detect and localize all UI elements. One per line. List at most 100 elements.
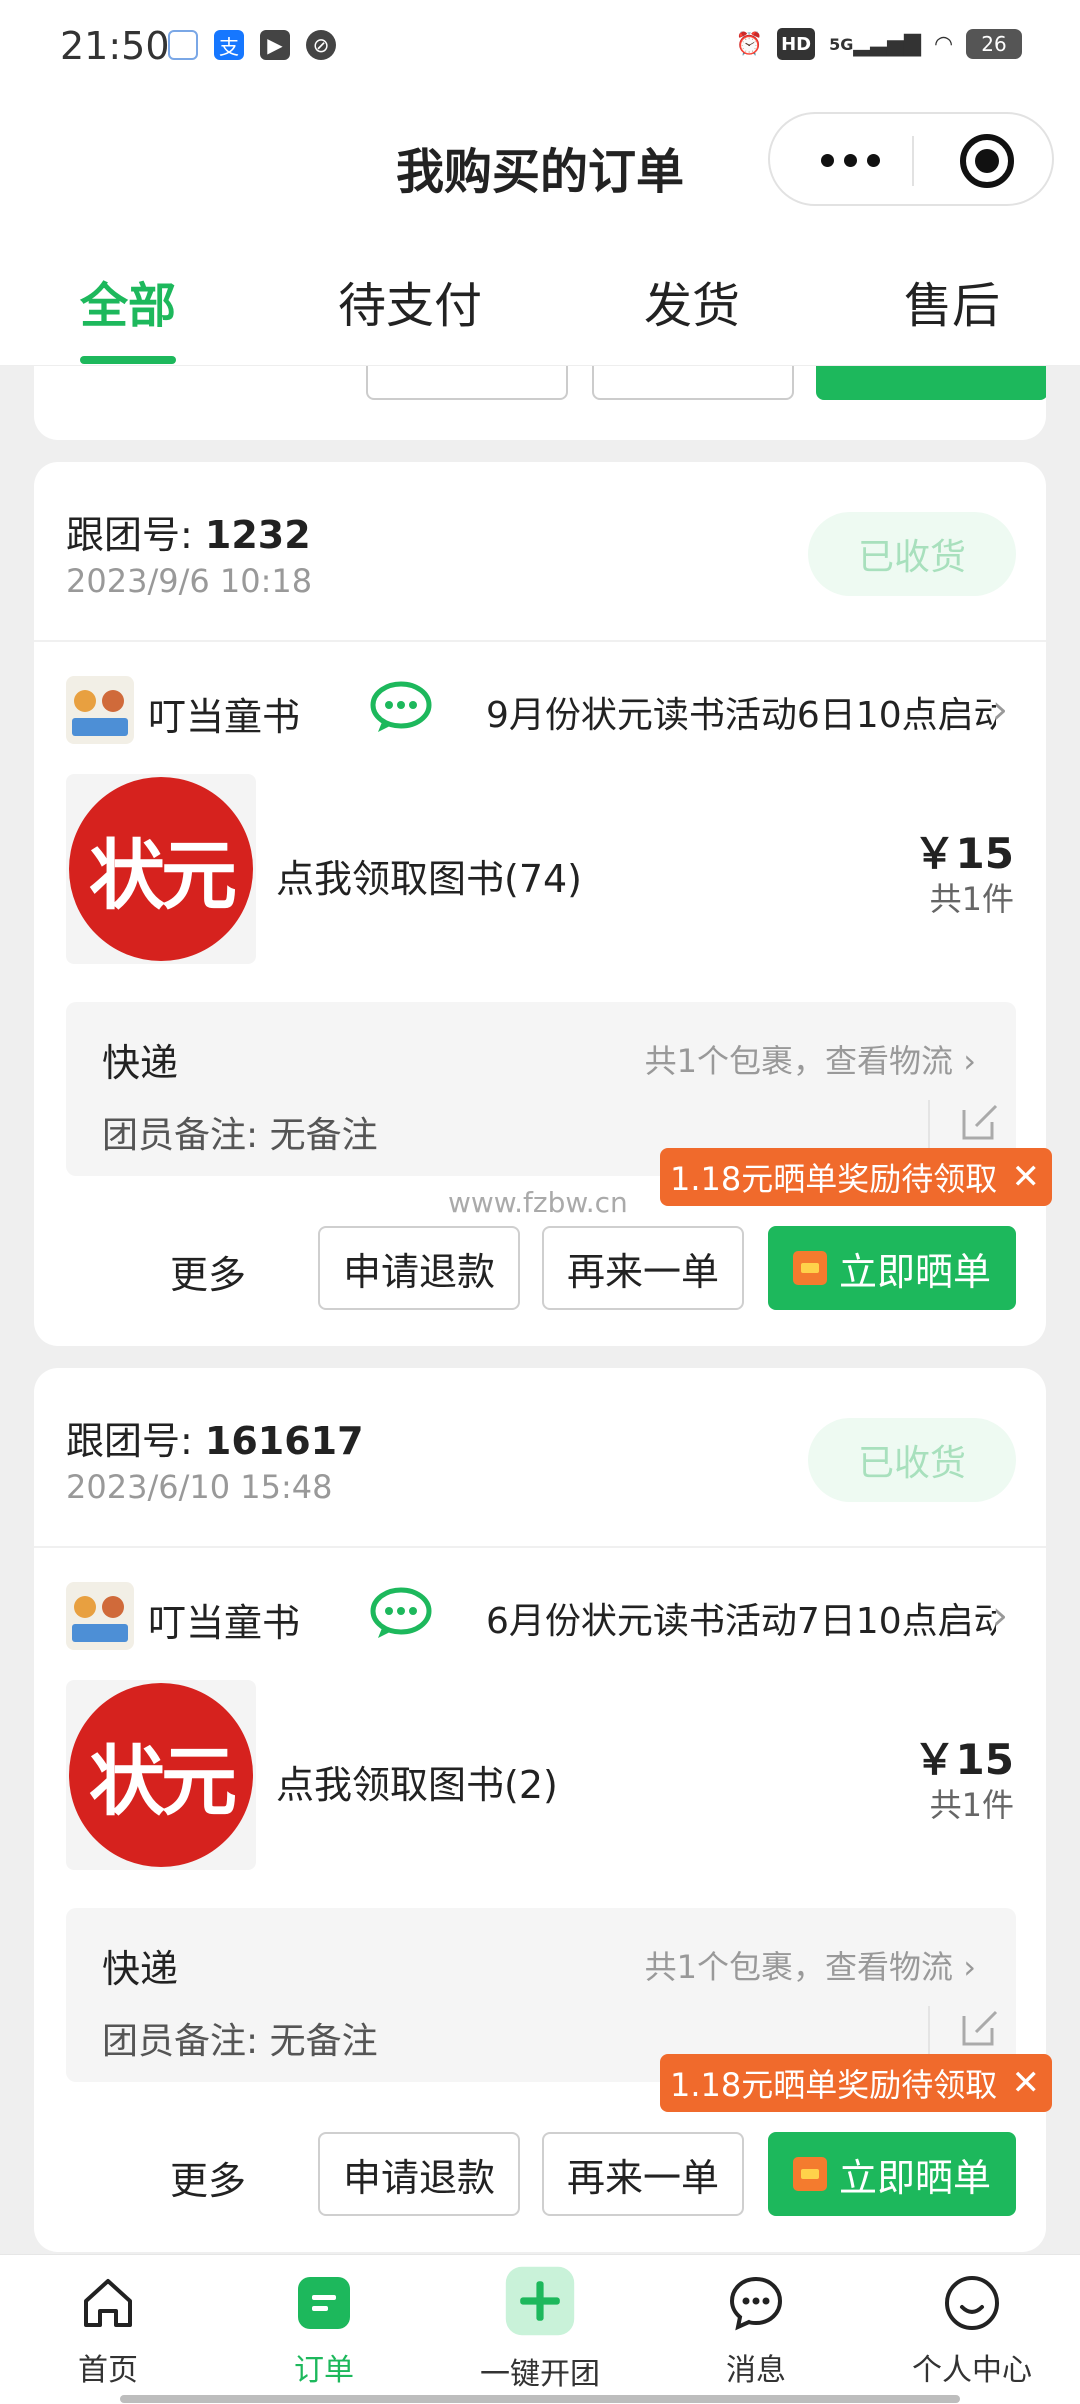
signal-icon: 5G ▂▃▅▇ (829, 31, 922, 57)
tab-pending-payment[interactable]: 待支付 (338, 266, 482, 336)
edit-icon[interactable] (960, 1102, 1000, 1142)
wifi-icon: ◠ (935, 31, 952, 57)
product-image[interactable]: 状元 (66, 774, 256, 964)
tab-after-sales[interactable]: 售后 (904, 266, 1000, 336)
shop-row[interactable]: 叮当童书 6月份状元读书活动7日10点启动 › (66, 1582, 1016, 1652)
chat-icon[interactable] (370, 680, 432, 734)
product-price: ￥15 (913, 1735, 1014, 1784)
nav-messages[interactable]: 消息 (666, 2273, 846, 2389)
bottom-nav: 首页 订单 一键开团 消息 个人中心 (0, 2254, 1080, 2404)
previous-card-button[interactable] (366, 366, 568, 400)
shop-name: 叮当童书 (148, 1601, 301, 1645)
product-logo: 状元 (69, 777, 253, 961)
share-order-button[interactable]: 立即晒单 (768, 1226, 1016, 1310)
reward-tooltip[interactable]: 1.18元晒单奖励待领取 ✕ (660, 1148, 1052, 1206)
status-bar: 21:50 支 ▶ ⊘ ⏰ HD 5G ▂▃▅▇ ◠ 26 (0, 0, 1080, 96)
order-tabs: 全部 待支付 发货 售后 (0, 226, 1080, 366)
more-button[interactable]: 更多 (170, 2150, 246, 2205)
more-menu-icon[interactable] (810, 142, 890, 178)
follow-label: 跟团号: (66, 1419, 193, 1463)
status-indicators: ⏰ HD 5G ▂▃▅▇ ◠ 26 (736, 28, 1022, 60)
order-date: 2023/6/10 15:48 (66, 1468, 333, 1506)
shipping-method: 快递 (102, 1041, 179, 1085)
close-miniprogram-icon[interactable] (960, 134, 1014, 188)
reward-tooltip[interactable]: 1.18元晒单奖励待领取 ✕ (660, 2054, 1052, 2112)
red-packet-icon (792, 2157, 827, 2191)
home-icon (84, 2279, 132, 2327)
product-quantity: 共1件 (929, 880, 1014, 918)
previous-card-primary-button[interactable] (816, 366, 1046, 400)
member-note: 团员备注: 无备注 (102, 1115, 378, 1156)
home-indicator[interactable] (120, 2395, 960, 2403)
shipping-method: 快递 (102, 1947, 179, 1991)
red-packet-icon (792, 1251, 827, 1285)
chat-icon[interactable] (370, 1586, 432, 1640)
close-icon[interactable]: ✕ (1012, 1157, 1041, 1197)
product-price: ￥15 (913, 829, 1014, 878)
nav-home[interactable]: 首页 (18, 2273, 198, 2389)
product-name[interactable]: 点我领取图书(2) (276, 1754, 558, 1809)
view-logistics-label: 共1个包裹，查看物流 (644, 1948, 954, 1986)
nav-profile[interactable]: 个人中心 (882, 2273, 1062, 2389)
order-date: 2023/9/6 10:18 (66, 562, 313, 600)
nav-label: 一键开团 (480, 2357, 600, 2392)
product-logo: 状元 (69, 1683, 253, 1867)
message-icon (729, 2276, 783, 2331)
product-image[interactable]: 状元 (66, 1680, 256, 1870)
reward-text: 1.18元晒单奖励待领取 (670, 1160, 998, 1198)
shop-row[interactable]: 叮当童书 9月份状元读书活动6日10点启动 › (66, 676, 1016, 746)
profile-icon (945, 2276, 999, 2330)
order-icon (298, 2277, 350, 2329)
nav-orders[interactable]: 订单 (234, 2273, 414, 2389)
view-logistics-link[interactable]: 共1个包裹，查看物流 › (645, 1942, 976, 1988)
alarm-icon: ⏰ (735, 31, 764, 57)
nav-label: 订单 (294, 2353, 354, 2388)
notification-icons: 支 ▶ ⊘ (168, 30, 336, 60)
status-badge: 已收货 (808, 1418, 1016, 1502)
status-time: 21:50 (60, 24, 170, 68)
activity-title: 6月份状元读书活动7日10点启动 (486, 1601, 996, 1642)
follow-value: 161617 (204, 1419, 364, 1463)
capsule-divider (912, 136, 914, 186)
nav-label: 首页 (78, 2353, 138, 2388)
shop-avatar (66, 1582, 134, 1650)
close-icon[interactable]: ✕ (1012, 2063, 1041, 2103)
tab-shipping[interactable]: 发货 (644, 266, 740, 336)
tab-all[interactable]: 全部 (80, 266, 176, 336)
view-logistics-link[interactable]: 共1个包裹，查看物流 › (645, 1036, 976, 1082)
product-quantity: 共1件 (929, 1786, 1014, 1824)
app-notification-icon (168, 30, 198, 60)
member-note: 团员备注: 无备注 (102, 2021, 378, 2062)
follow-number: 跟团号: 1232 (66, 504, 311, 559)
reorder-button[interactable]: 再来一单 (542, 1226, 744, 1310)
follow-value: 1232 (204, 513, 311, 557)
share-order-button[interactable]: 立即晒单 (768, 2132, 1016, 2216)
miniprogram-capsule (768, 112, 1054, 206)
active-tab-indicator (80, 356, 176, 364)
previous-order-card (34, 366, 1046, 440)
nav-label: 个人中心 (912, 2353, 1032, 2388)
order-card[interactable]: 跟团号: 161617 2023/6/10 15:48 已收货 叮当童书 6月份… (34, 1368, 1052, 2252)
status-badge: 已收货 (808, 512, 1016, 596)
header-bar: 我购买的订单 (0, 96, 1080, 226)
reorder-button[interactable]: 再来一单 (542, 2132, 744, 2216)
plus-icon (505, 2266, 575, 2336)
link-icon: ⊘ (306, 30, 336, 60)
hd-icon: HD (777, 28, 816, 60)
previous-card-button[interactable] (592, 366, 794, 400)
follow-label: 跟团号: (66, 513, 193, 557)
refund-button[interactable]: 申请退款 (318, 2132, 520, 2216)
order-actions: 更多 申请退款 再来一单 立即晒单 (34, 2132, 1046, 2216)
share-order-label: 立即晒单 (838, 2155, 991, 2200)
more-button[interactable]: 更多 (170, 1244, 246, 1299)
network-label: 5G (829, 34, 854, 54)
watermark: www.fzbw.cn (448, 1186, 628, 1219)
follow-number: 跟团号: 161617 (66, 1410, 364, 1465)
battery-icon: 26 (966, 29, 1022, 59)
product-name[interactable]: 点我领取图书(74) (276, 848, 582, 903)
divider (34, 1546, 1046, 1548)
order-actions: 更多 申请退款 再来一单 立即晒单 (34, 1226, 1046, 1310)
nav-create-group[interactable]: 一键开团 (450, 2266, 630, 2393)
edit-icon[interactable] (960, 2008, 1000, 2048)
refund-button[interactable]: 申请退款 (318, 1226, 520, 1310)
